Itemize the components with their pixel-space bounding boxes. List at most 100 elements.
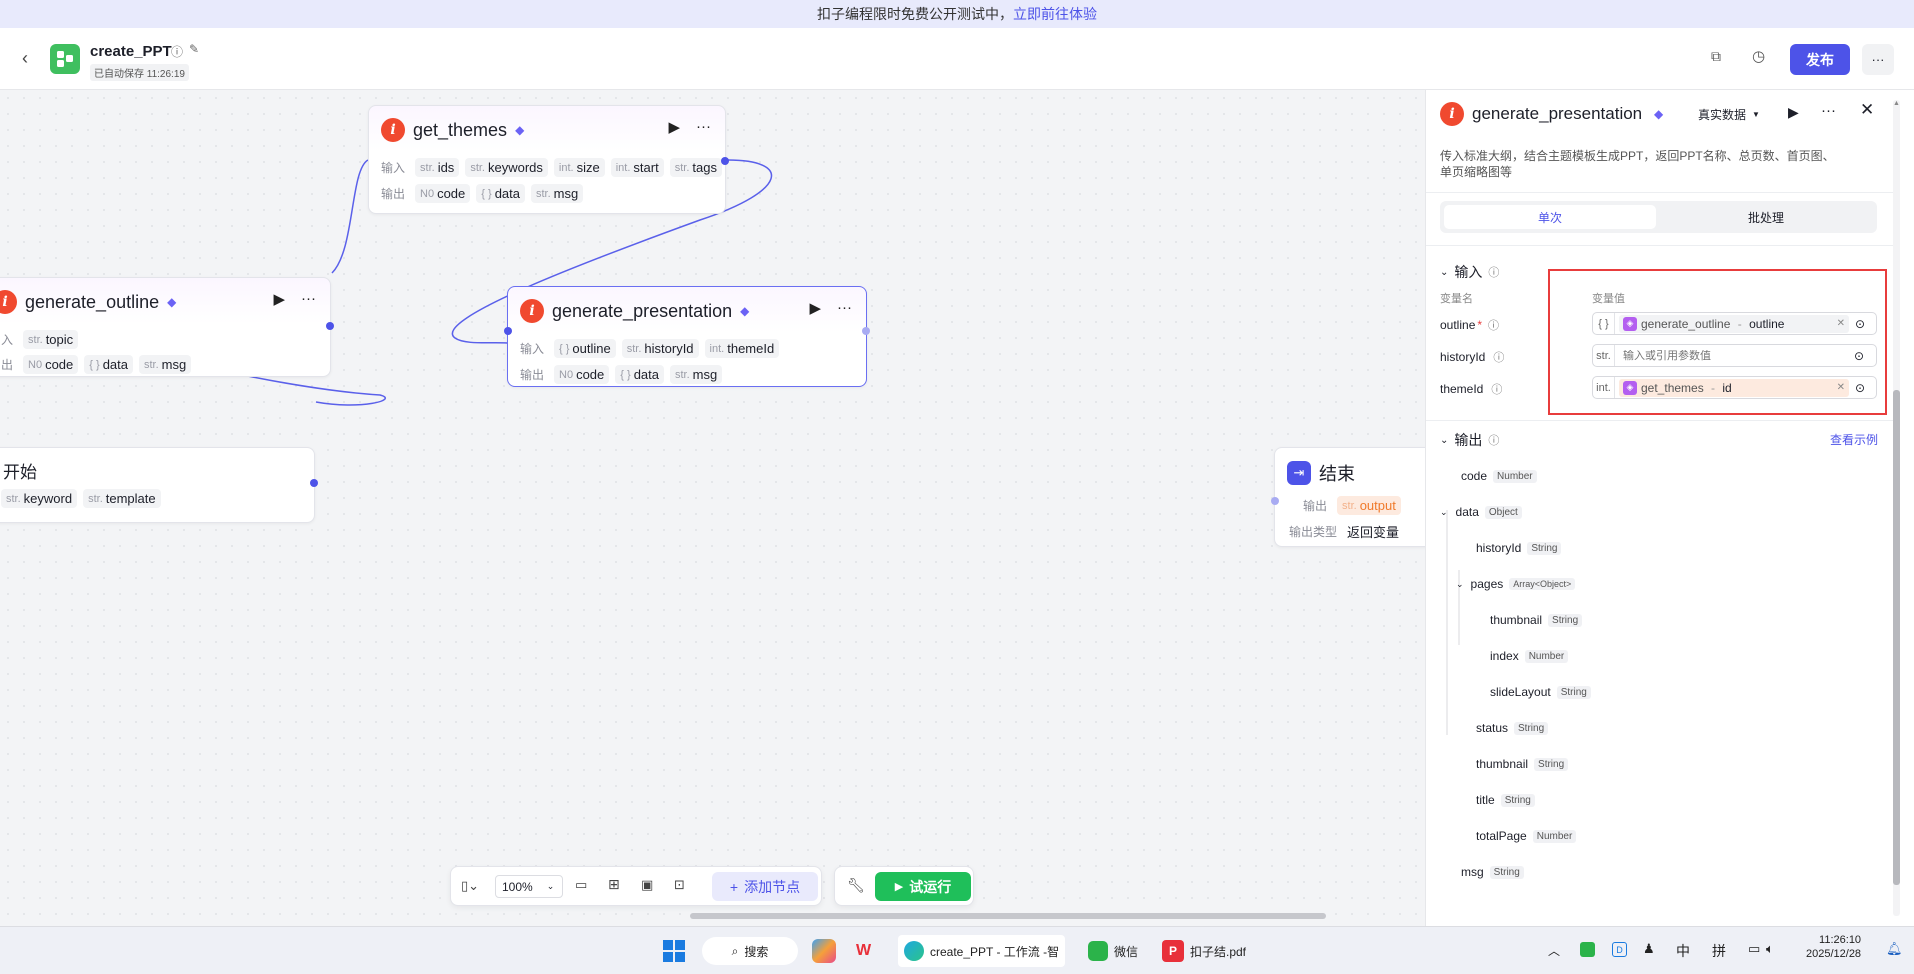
tab-single[interactable]: 单次 [1444, 205, 1656, 229]
start-button[interactable] [662, 939, 686, 963]
divider [1426, 245, 1896, 246]
notification-bell-icon[interactable]: 🔔︎ [1886, 941, 1903, 957]
run-node-icon[interactable]: ▶ [668, 118, 680, 136]
output-section-header[interactable]: ⌄ 输出 ⓘ [1440, 430, 1499, 450]
layout-icon[interactable]: ⊞ [608, 876, 620, 893]
node-get-themes[interactable]: i get_themes ◆ ▶ ··· 输入 str. ids str. keyword… [368, 105, 729, 214]
input-port[interactable] [504, 327, 512, 335]
variable-picker-icon[interactable]: ⊙ [1854, 349, 1864, 363]
tree-item-data[interactable]: ⌄ data Object [1440, 505, 1522, 519]
historyid-input[interactable] [1623, 349, 1848, 362]
premium-icon: ◆ [740, 304, 750, 318]
scroll-up-icon[interactable]: ▲ [1893, 100, 1900, 110]
output-port[interactable] [721, 157, 729, 165]
clear-icon[interactable]: ✕ [1837, 382, 1845, 393]
node-outputs: str. keyword str. template [1, 489, 161, 508]
node-generate-outline[interactable]: i generate_outline ◆ ▶ ··· 入 str. topic 出 N0… [0, 277, 334, 377]
copy-icon[interactable]: ⧉ [1711, 48, 1721, 65]
node-inputs: 输入 { } outline str. historyId int. themeId [520, 339, 780, 358]
variable-picker-icon[interactable]: ⊙ [1855, 381, 1865, 395]
premium-icon: ◆ [515, 123, 525, 137]
history-icon[interactable]: ◷ [1752, 47, 1765, 65]
publish-button[interactable]: 发布 [1790, 44, 1850, 75]
info-icon: ⓘ [1491, 384, 1503, 396]
edit-icon[interactable]: ✎ [189, 42, 199, 56]
node-title: generate_presentation [552, 300, 733, 321]
ime-pinyin[interactable]: 拼 [1712, 941, 1726, 961]
clear-icon[interactable]: ✕ [1837, 318, 1845, 329]
tray-app-icon[interactable]: D [1612, 942, 1627, 957]
add-node-button[interactable]: + 添加节点 [712, 872, 818, 901]
ime-chinese[interactable]: 中 [1676, 941, 1690, 961]
more-button[interactable]: ··· [1862, 44, 1894, 75]
premium-icon: ◆ [1654, 107, 1664, 121]
tree-item-status: status String [1476, 721, 1549, 735]
plugin-icon: i [520, 299, 544, 323]
tray-wechat-icon[interactable] [1580, 942, 1595, 957]
input-section-header[interactable]: ⌄ 输入 ⓘ [1440, 262, 1499, 282]
panel-vertical-scrollbar[interactable]: ▲ [1893, 100, 1900, 916]
output-port[interactable] [862, 327, 870, 335]
data-mode-select[interactable]: 真实数据 ▼ [1698, 106, 1760, 123]
taskbar-search[interactable]: ⌕ 搜索 [702, 937, 798, 965]
node-generate-presentation[interactable]: i generate_presentation ◆ ▶ ··· 输入 { } outli… [504, 286, 870, 387]
taskbar-item-edge[interactable]: create_PPT - 工作流 -智 [898, 935, 1066, 967]
zoom-select[interactable]: 100% ⌄ [495, 875, 563, 898]
node-end[interactable]: ⇥ 结束 输出 str. output 输出类型 返回变量 [1271, 447, 1425, 547]
node-more-icon[interactable]: ··· [696, 118, 711, 136]
run-node-icon[interactable]: ▶ [273, 290, 285, 308]
view-example-link[interactable]: 查看示例 [1830, 431, 1878, 448]
tray-user-icon[interactable]: ♟ [1643, 941, 1655, 957]
info-icon: ⓘ [1488, 320, 1500, 332]
tab-batch[interactable]: 批处理 [1660, 205, 1872, 229]
scrollbar-thumb[interactable] [1893, 390, 1900, 885]
node-start[interactable]: 开始 str. keyword str. template [0, 447, 318, 523]
variable-reference[interactable]: ◈ generate_outline - outline ✕ [1619, 314, 1849, 333]
image-icon[interactable]: ▣ [641, 877, 653, 893]
comment-icon[interactable]: ▭ [575, 877, 587, 893]
run-node-icon[interactable]: ▶ [1788, 104, 1799, 121]
run-node-icon[interactable]: ▶ [809, 299, 821, 317]
param-chip: int. start [610, 158, 664, 177]
info-icon[interactable]: ⓘ [171, 43, 183, 60]
param-chip: str. ids [415, 158, 460, 177]
param-chip: { } outline [554, 339, 616, 358]
tree-item-pages[interactable]: ⌄ pages Array<Object> [1456, 577, 1576, 591]
taskbar-item-pdf[interactable]: P 扣子结.pdf [1156, 935, 1252, 967]
tree-item-historyid: historyId String [1476, 541, 1562, 555]
variable-picker-icon[interactable]: ⊙ [1855, 317, 1865, 331]
pointer-mode-icon[interactable]: ▯⌄ [461, 878, 479, 894]
close-icon[interactable]: ✕ [1860, 100, 1874, 120]
outline-value-field[interactable]: { } ◈ generate_outline - outline ✕ ⊙ [1592, 312, 1877, 335]
input-port[interactable] [1271, 497, 1279, 505]
node-more-icon[interactable]: ··· [301, 290, 316, 308]
themeid-value-field[interactable]: int. ◈ get_themes - id ✕ ⊙ [1592, 376, 1877, 399]
panel-more-icon[interactable]: ··· [1821, 102, 1836, 119]
workflow-canvas[interactable]: i get_themes ◆ ▶ ··· 输入 str. ids str. keyword… [0, 90, 1425, 926]
variable-reference[interactable]: ◈ get_themes - id ✕ [1619, 378, 1849, 397]
taskbar-item-wechat[interactable]: 微信 [1082, 935, 1144, 967]
wrench-icon[interactable]: 🔧︎ [847, 877, 865, 894]
canvas-horizontal-scrollbar[interactable] [690, 913, 1326, 919]
tray-network-icon[interactable]: ▭ [1748, 941, 1760, 957]
minimap-icon[interactable]: ⊡ [674, 877, 685, 893]
clock[interactable]: 11:26:10 2025/12/28 [1806, 934, 1861, 960]
chevron-down-icon: ⌄ [546, 881, 555, 891]
tray-volume-icon[interactable]: 🔈︎ [1766, 941, 1774, 957]
param-chip: str. topic [23, 330, 79, 349]
tray-chevron-up-icon[interactable]: ︿ [1548, 942, 1560, 959]
historyid-value-field[interactable]: str. ⊙ [1592, 344, 1877, 367]
wps-icon[interactable]: W [856, 939, 880, 963]
back-icon[interactable]: ‹ [22, 48, 28, 69]
test-run-button[interactable]: ▶ 试运行 [875, 872, 971, 901]
output-port[interactable] [310, 479, 318, 487]
param-chip: { } data [615, 365, 664, 384]
tree-item-totalpage: totalPage Number [1476, 829, 1577, 843]
node-more-icon[interactable]: ··· [837, 299, 852, 317]
param-chip: N0 code [23, 355, 79, 374]
output-port[interactable] [326, 322, 334, 330]
end-node-icon: ⇥ [1287, 461, 1311, 485]
banner-link[interactable]: 立即前往体验 [1013, 4, 1097, 24]
copilot-icon[interactable] [812, 939, 836, 963]
panel-plugin-icon: i [1440, 102, 1464, 126]
